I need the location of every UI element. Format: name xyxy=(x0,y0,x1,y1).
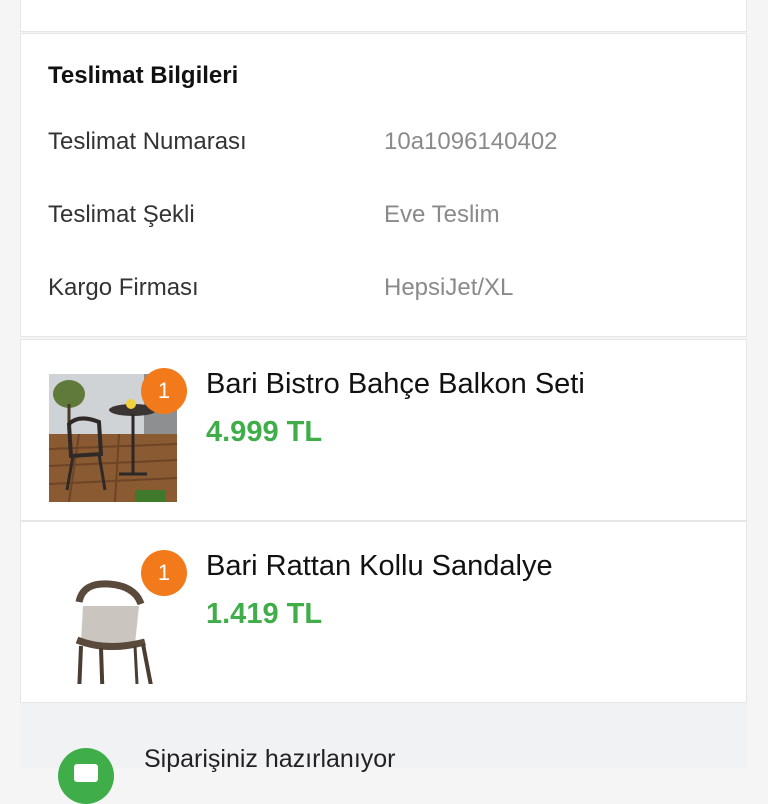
order-status-text: Siparişiniz hazırlanıyor xyxy=(144,745,396,773)
previous-section-card xyxy=(20,0,747,32)
delivery-number-label: Teslimat Numarası xyxy=(48,128,247,155)
quantity-badge: 1 xyxy=(141,368,187,414)
delivery-info-card: Teslimat Bilgileri Teslimat Numarası 10a… xyxy=(20,33,747,337)
delivery-method-value: Eve Teslim xyxy=(384,201,500,228)
status-check-icon xyxy=(58,748,114,804)
order-status-section: Siparişiniz hazırlanıyor xyxy=(20,703,747,804)
product-name[interactable]: Bari Rattan Kollu Sandalye xyxy=(206,550,553,583)
delivery-number-value: 10a1096140402 xyxy=(384,128,558,155)
quantity-badge: 1 xyxy=(141,550,187,596)
product-item[interactable]: 1 Bari Bistro Bahçe Balkon Seti 4.999 TL xyxy=(20,339,747,521)
cargo-company-value: HepsiJet/XL xyxy=(384,274,514,301)
cargo-company-label: Kargo Firması xyxy=(48,274,199,301)
product-price: 4.999 TL xyxy=(206,416,323,448)
delivery-method-label: Teslimat Şekli xyxy=(48,201,195,228)
product-price: 1.419 TL xyxy=(206,598,323,630)
delivery-info-title: Teslimat Bilgileri xyxy=(48,62,239,89)
product-name[interactable]: Bari Bistro Bahçe Balkon Seti xyxy=(206,368,585,401)
product-item[interactable]: 1 Bari Rattan Kollu Sandalye 1.419 TL xyxy=(20,521,747,703)
